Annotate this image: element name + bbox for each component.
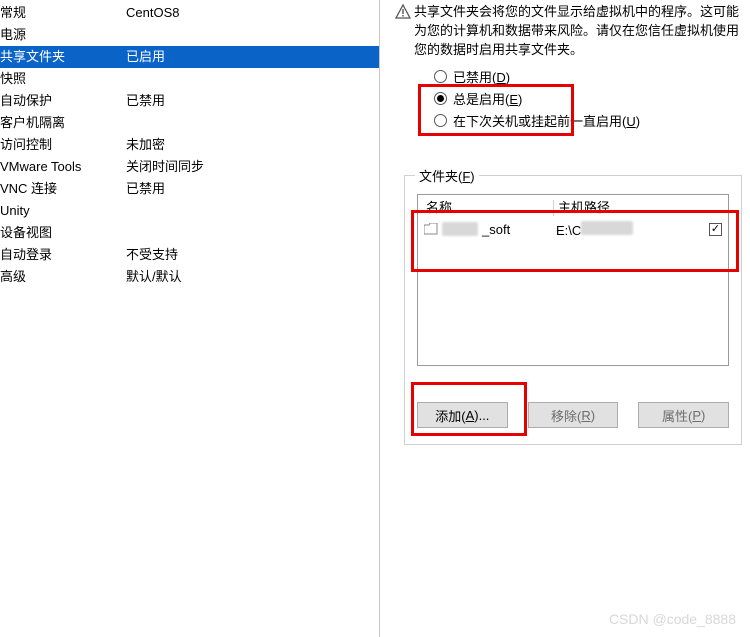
folder-list[interactable]: 名称 主机路径 _soft E:\C ✓: [417, 194, 729, 366]
nav-label: VNC 连接: [0, 178, 126, 200]
nav-value: 关闭时间同步: [126, 156, 379, 178]
remove-button[interactable]: 移除(R): [528, 402, 619, 428]
enable-mode-radio-group: 已禁用(D) 总是启用(E) 在下次关机或挂起前一直启用(U): [434, 65, 750, 131]
folder-path-cell: E:\C ✓: [552, 221, 728, 238]
folders-fieldset: 文件夹(F) 名称 主机路径 _soft E:\C ✓: [404, 175, 742, 445]
nav-item-vnc[interactable]: VNC 连接 已禁用: [0, 178, 379, 200]
warning-icon: [394, 2, 412, 20]
nav-label: Unity: [0, 200, 126, 222]
nav-item-snapshot[interactable]: 快照: [0, 68, 379, 90]
settings-nav-panel: 常规 CentOS8 电源 共享文件夹 已启用 快照 自动保护 已禁用 客户机隔…: [0, 0, 380, 637]
list-header: 名称 主机路径: [418, 195, 728, 218]
radio-label: 总是启用(E): [453, 89, 522, 108]
column-path[interactable]: 主机路径: [554, 197, 728, 216]
enabled-checkbox[interactable]: ✓: [709, 223, 722, 236]
fieldset-legend: 文件夹(F): [415, 166, 479, 185]
radio-until-shutdown[interactable]: 在下次关机或挂起前一直启用(U): [434, 109, 750, 131]
nav-item-unity[interactable]: Unity: [0, 200, 379, 222]
nav-label: 高级: [0, 266, 126, 288]
nav-value: 默认/默认: [126, 266, 379, 288]
radio-icon: [434, 70, 447, 83]
radio-icon: [434, 92, 447, 105]
radio-icon: [434, 114, 447, 127]
nav-item-vmware-tools[interactable]: VMware Tools 关闭时间同步: [0, 156, 379, 178]
folder-buttons: 添加(A)... 移除(R) 属性(P): [417, 402, 729, 428]
nav-label: 客户机隔离: [0, 112, 126, 134]
nav-item-device-view[interactable]: 设备视图: [0, 222, 379, 244]
redacted-text: [581, 221, 633, 235]
add-button[interactable]: 添加(A)...: [417, 402, 508, 428]
folder-icon: [424, 223, 438, 235]
nav-label: 快照: [0, 68, 126, 90]
nav-value: 已禁用: [126, 178, 379, 200]
radio-label: 在下次关机或挂起前一直启用(U): [453, 111, 640, 130]
nav-label: 访问控制: [0, 134, 126, 156]
column-name[interactable]: 名称: [418, 197, 554, 216]
radio-always-enabled[interactable]: 总是启用(E): [434, 87, 750, 109]
nav-value: 未加密: [126, 134, 379, 156]
nav-label: 常规: [0, 2, 126, 24]
nav-label: 共享文件夹: [0, 46, 126, 68]
nav-value: CentOS8: [126, 2, 379, 24]
nav-label: 自动保护: [0, 90, 126, 112]
folder-name-cell: _soft: [418, 222, 552, 237]
nav-label: VMware Tools: [0, 156, 126, 178]
nav-value: 已启用: [126, 46, 379, 68]
info-row: 共享文件夹会将您的文件显示给虚拟机中的程序。这可能为您的计算机和数据带来风险。请…: [394, 0, 750, 59]
info-text: 共享文件夹会将您的文件显示给虚拟机中的程序。这可能为您的计算机和数据带来风险。请…: [412, 2, 750, 59]
nav-item-power[interactable]: 电源: [0, 24, 379, 46]
properties-button[interactable]: 属性(P): [638, 402, 729, 428]
nav-item-advanced[interactable]: 高级 默认/默认: [0, 266, 379, 288]
watermark: CSDN @code_8888: [609, 611, 736, 627]
nav-value: 不受支持: [126, 244, 379, 266]
nav-label: 设备视图: [0, 222, 126, 244]
nav-item-autoprotect[interactable]: 自动保护 已禁用: [0, 90, 379, 112]
nav-item-auto-login[interactable]: 自动登录 不受支持: [0, 244, 379, 266]
nav-value: 已禁用: [126, 90, 379, 112]
nav-item-shared-folders[interactable]: 共享文件夹 已启用: [0, 46, 379, 68]
radio-label: 已禁用(D): [453, 67, 510, 86]
nav-item-access-control[interactable]: 访问控制 未加密: [0, 134, 379, 156]
folder-row[interactable]: _soft E:\C ✓: [418, 218, 728, 240]
radio-disabled[interactable]: 已禁用(D): [434, 65, 750, 87]
redacted-text: [442, 222, 478, 236]
shared-folder-settings-panel: 共享文件夹会将您的文件显示给虚拟机中的程序。这可能为您的计算机和数据带来风险。请…: [394, 0, 750, 637]
nav-item-guest-isolation[interactable]: 客户机隔离: [0, 112, 379, 134]
nav-item-general[interactable]: 常规 CentOS8: [0, 2, 379, 24]
nav-label: 自动登录: [0, 244, 126, 266]
nav-label: 电源: [0, 24, 126, 46]
